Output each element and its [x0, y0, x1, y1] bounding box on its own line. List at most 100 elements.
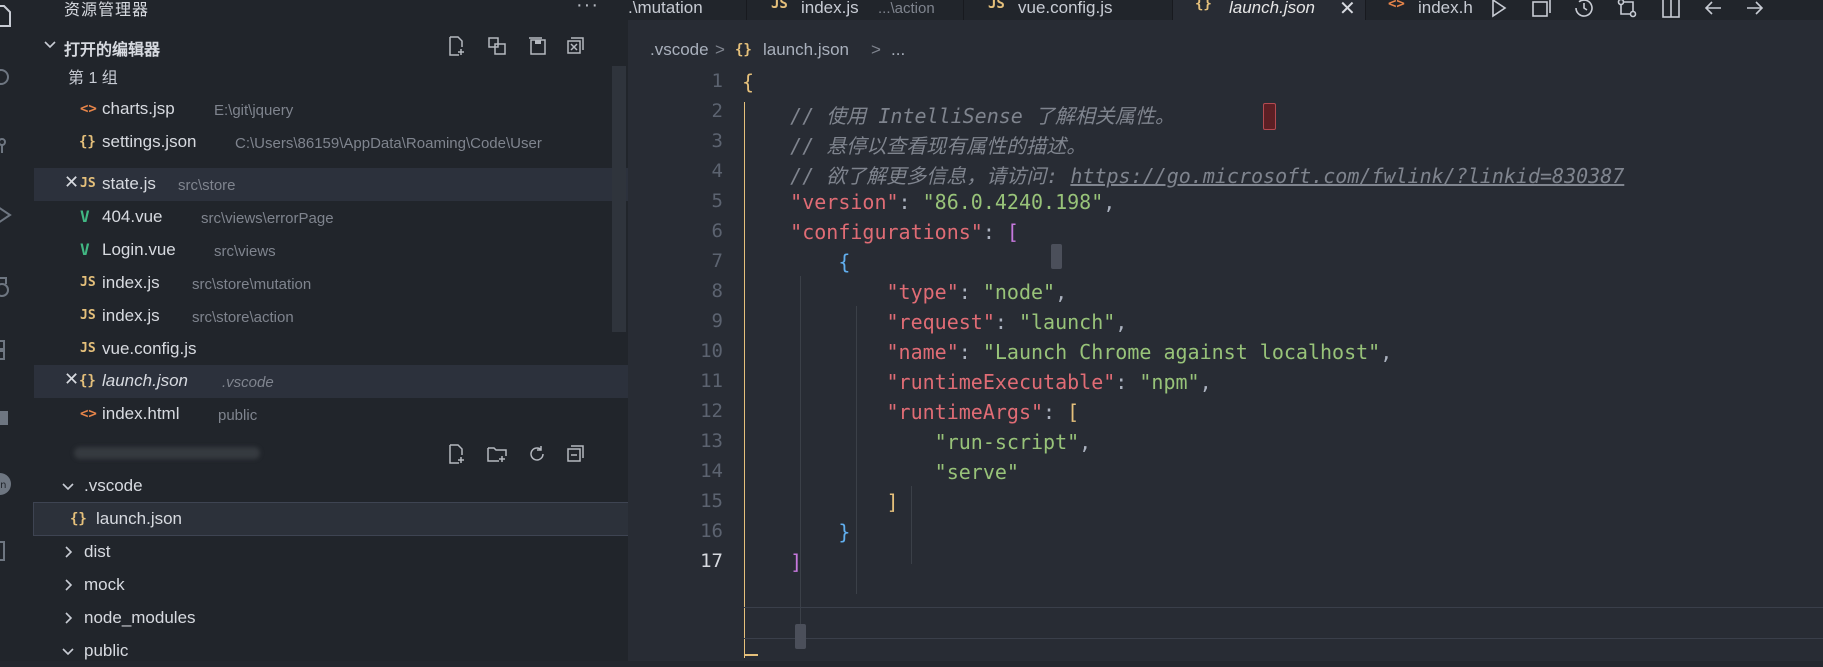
open-editor-item[interactable]: <> charts.jsp E:\git\jquery [34, 93, 628, 126]
code-line: 12 "runtimeArgs": [ [628, 400, 1823, 430]
open-editor-item[interactable]: JS index.js src\store\mutation [34, 267, 628, 300]
token-punct: : [994, 310, 1019, 334]
tree-folder-mock[interactable]: mock [34, 569, 628, 601]
open-editor-item[interactable]: V Login.vue src\views [34, 234, 628, 267]
remote-explorer-icon[interactable] [0, 406, 16, 430]
timeline-history-icon[interactable] [1572, 0, 1596, 20]
account-icon[interactable]: on [0, 472, 16, 496]
token-punct: , [1079, 430, 1092, 454]
open-editor-item[interactable]: V 404.vue src\views\errorPage [34, 201, 628, 234]
code-line: 17 ] [628, 550, 1823, 580]
extensions-icon[interactable] [0, 338, 16, 362]
close-icon[interactable]: ✕ [64, 172, 79, 193]
token-bracket: ] [790, 550, 803, 574]
tab-description: ...\action [878, 0, 935, 17]
chevron-right-icon [60, 544, 76, 560]
arrow-left-icon[interactable] [1701, 0, 1725, 20]
split-editor-icon[interactable] [1659, 0, 1683, 20]
tab-mutation[interactable]: .\mutation [628, 0, 747, 20]
explorer-icon[interactable] [0, 4, 16, 28]
vue-file-icon: V [80, 207, 90, 226]
tree-item-label: node_modules [84, 608, 196, 627]
svg-text:on: on [0, 480, 6, 491]
arrow-right-icon[interactable] [1743, 0, 1767, 20]
open-editor-item-active[interactable]: ✕ {} launch.json .vscode [34, 365, 628, 398]
tree-folder-node-modules[interactable]: node_modules [34, 602, 628, 634]
open-editor-path: src\store\mutation [192, 276, 312, 293]
tree-folder-vscode[interactable]: .vscode [34, 470, 628, 502]
open-editor-item[interactable]: <> index.html public [34, 398, 628, 431]
remote-icon[interactable] [0, 276, 16, 300]
close-icon[interactable]: ✕ [1339, 0, 1356, 20]
source-control-icon[interactable] [0, 134, 16, 158]
token-punct: : [1043, 400, 1068, 424]
line-text: { [742, 250, 850, 274]
line-number: 7 [711, 250, 723, 272]
scrollbar[interactable] [612, 66, 626, 332]
line-number: 6 [711, 220, 723, 242]
run-debug-icon[interactable] [0, 203, 16, 227]
code-line: 16 } [628, 520, 1823, 550]
open-editor-item[interactable]: {} settings.json C:\Users\86159\AppData\… [34, 126, 628, 159]
tab-index-html[interactable]: <> index.h [1366, 0, 1497, 20]
tab-vue-config[interactable]: JS vue.config.js [964, 0, 1173, 20]
folder-header[interactable] [34, 438, 628, 470]
compare-changes-icon[interactable] [1615, 0, 1639, 20]
json-file-icon: {} [79, 134, 96, 150]
line-text: // 使用 IntelliSense 了解相关属性。 [742, 100, 1175, 129]
open-editor-item[interactable]: ✕ JS state.js src\store [34, 168, 628, 201]
tab-launch-json[interactable]: {} launch.json ✕ [1173, 0, 1366, 20]
close-all-editors-icon[interactable] [564, 35, 586, 57]
refresh-icon[interactable] [526, 443, 548, 465]
token-punct: : [898, 190, 923, 214]
open-editor-filename: launch.json [102, 371, 189, 390]
tab-index-js-action[interactable]: JS index.js ...\action [747, 0, 964, 20]
token-string: "node" [982, 280, 1056, 304]
open-editors-header[interactable]: 打开的编辑器 [34, 29, 628, 61]
close-icon[interactable]: ✕ [64, 369, 79, 390]
save-all-icon[interactable] [526, 35, 548, 57]
code-line: 11 "runtimeExecutable": "npm", [628, 370, 1823, 400]
comment-link[interactable]: https://go.microsoft.com/fwlink/?linkid=… [1070, 164, 1624, 188]
js-file-icon: JS [80, 341, 96, 356]
token-key: "name" [886, 340, 959, 364]
tree-file-launch-json[interactable]: {} launch.json [33, 502, 629, 536]
code-line: 9 "request": "launch", [628, 310, 1823, 340]
token-brace: { [742, 70, 755, 94]
vue-file-icon: V [80, 240, 90, 259]
tree-folder-public[interactable]: public [34, 635, 628, 667]
code-line: 15 ] [628, 490, 1823, 520]
breadcrumb-file[interactable]: launch.json [763, 40, 849, 60]
line-text: "serve" [742, 460, 1019, 484]
chevron-down-icon [60, 478, 76, 494]
open-editor-filename: settings.json [102, 132, 197, 151]
open-editor-path: public [218, 407, 258, 424]
new-file-icon[interactable] [446, 443, 468, 465]
json-file-icon: {} [1195, 0, 1212, 12]
open-preview-icon[interactable] [1529, 0, 1553, 20]
search-icon[interactable] [0, 66, 16, 90]
settings-icon[interactable] [0, 538, 16, 562]
collapse-all-icon[interactable] [564, 443, 586, 465]
new-folder-icon[interactable] [486, 443, 508, 465]
toggle-vertical-layout-icon[interactable] [486, 35, 508, 57]
line-number: 16 [700, 520, 723, 542]
tree-item-label: public [84, 641, 129, 660]
open-editor-item[interactable]: JS vue.config.js [34, 333, 628, 366]
open-editor-filename: charts.jsp [102, 99, 175, 118]
open-editor-item[interactable]: JS index.js src\store\action [34, 300, 628, 333]
breadcrumb-folder[interactable]: .vscode [650, 40, 709, 60]
breadcrumb-symbol[interactable]: ... [891, 40, 905, 60]
line-text: ] [742, 550, 802, 574]
more-actions-button[interactable]: ··· [576, 0, 599, 17]
tree-folder-dist[interactable]: dist [34, 536, 628, 568]
line-number: 11 [700, 370, 723, 392]
redacted-folder-name [74, 447, 260, 459]
token-string: "npm" [1139, 370, 1200, 394]
token-string: "86.0.4240.198" [922, 190, 1104, 214]
current-line-highlight [744, 607, 1823, 639]
new-untitled-file-icon[interactable] [446, 35, 468, 57]
run-icon[interactable] [1486, 0, 1510, 20]
code-line: 13 "run-script", [628, 430, 1823, 460]
tree-item-label: mock [84, 575, 125, 594]
